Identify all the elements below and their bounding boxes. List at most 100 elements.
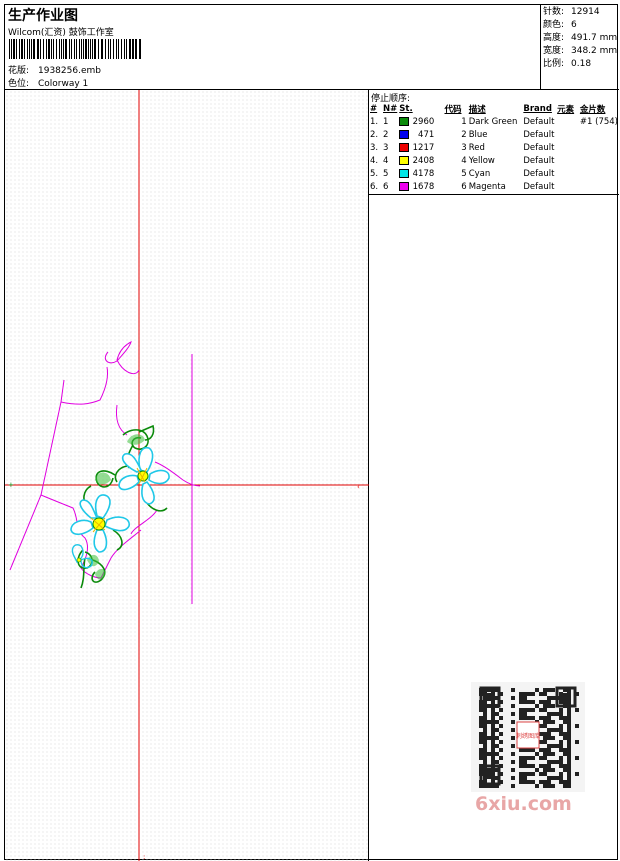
table-cell: Blue — [468, 129, 488, 140]
table-cell: #1 (754) — [579, 116, 618, 127]
flower-bud-center — [76, 557, 82, 563]
spec-value: 491.7 mm — [571, 33, 618, 43]
table-cell: Default — [523, 181, 555, 192]
table-cell: Default — [523, 155, 555, 166]
table-cell: 3. — [370, 142, 379, 153]
table-cell: Default — [523, 168, 555, 179]
table-cell: 4 — [383, 155, 389, 166]
color-swatch — [399, 168, 410, 178]
color-swatch — [399, 142, 410, 152]
spec-value: 0.18 — [571, 59, 592, 69]
col-header: 描述 — [468, 104, 486, 115]
table-row: 5. 5 4178 5 Cyan Default — [369, 167, 619, 180]
table-row: 6. 6 1678 6 Magenta Default — [369, 180, 619, 193]
color-swatch — [399, 155, 410, 165]
header-info: 生产作业图 Wilcom(汇资) 鼓饰工作室 花版: 1938256.emb 色位… — [5, 5, 541, 89]
spec-value: 6 — [571, 20, 577, 30]
design-file-row: 花版: 1938256.emb — [8, 63, 101, 76]
table-cell: Cyan — [468, 168, 491, 179]
stop-sequence-panel: 停止顺序: # N# St. 代码 描述 Brand 元素 金片数 1. 1 296… — [369, 90, 619, 195]
spec-value: 348.2 mm — [571, 46, 618, 56]
stop-sequence-table: # N# St. 代码 描述 Brand 元素 金片数 1. 1 2960 1 Dark… — [369, 102, 619, 193]
table-cell: 4178 — [398, 167, 443, 180]
colorway-value: Colorway 1 — [38, 79, 89, 89]
table-cell: 1. — [370, 116, 379, 127]
colorway-row: 色位: Colorway 1 — [8, 76, 88, 89]
qr-badge-text: 刺绣图库 — [516, 732, 540, 740]
table-cell: 2960 — [398, 115, 443, 128]
table-cell — [579, 167, 619, 180]
spec-scale: 比例: 0.18 — [543, 58, 619, 71]
color-swatch — [399, 129, 410, 139]
table-row: 2. 2 471 2 Blue Default — [369, 128, 619, 141]
table-cell: 5 — [461, 168, 467, 179]
stitch-count: 4178 — [412, 168, 435, 179]
spec-stitches: 针数: 12914 — [543, 6, 619, 19]
table-cell: Yellow — [468, 155, 495, 166]
watermark-brand: 6xiu.com — [475, 793, 572, 815]
table-cell: 6 — [461, 181, 467, 192]
design-file-value: 1938256.emb — [38, 66, 101, 76]
table-cell — [556, 167, 579, 180]
table-cell: 1 — [383, 116, 389, 127]
table-cell: 3 — [461, 142, 467, 153]
table-cell: Default — [523, 116, 555, 127]
table-cell — [556, 180, 579, 193]
table-cell: 2 — [383, 129, 389, 140]
table-cell: 4 — [461, 155, 467, 166]
table-cell: 6. — [370, 181, 379, 192]
col-header: 代码 — [444, 104, 462, 115]
color-swatch — [399, 116, 410, 126]
table-cell — [556, 141, 579, 154]
spec-width: 宽度: 348.2 mm — [543, 45, 619, 58]
col-header: N# — [383, 103, 398, 114]
spec-label: 颜色: — [543, 20, 565, 30]
table-cell: 2. — [370, 129, 379, 140]
table-cell: Default — [523, 129, 555, 140]
table-cell: 2 — [461, 129, 467, 140]
table-cell: 3 — [383, 142, 389, 153]
spec-label: 高度: — [543, 33, 565, 43]
axis-marker-right: ‹ — [357, 483, 360, 491]
table-cell: Default — [523, 142, 555, 153]
table-cell: 6 — [383, 181, 389, 192]
page-title: 生产作业图 — [8, 8, 78, 24]
color-swatch — [399, 181, 410, 191]
table-cell — [579, 128, 619, 141]
table-cell: Magenta — [468, 181, 506, 192]
col-header: Brand — [523, 103, 552, 114]
table-cell: 1678 — [398, 180, 443, 193]
axis-marker-left: + — [8, 481, 14, 489]
table-row: 3. 3 1217 3 Red Default — [369, 141, 619, 154]
table-cell: Red — [468, 142, 485, 153]
col-header: St. — [399, 103, 413, 114]
table-cell: 1 — [461, 116, 467, 127]
stitch-count: 1678 — [412, 181, 435, 192]
table-row: 4. 4 2408 4 Yellow Default — [369, 154, 619, 167]
axis-marker-bottom: : — [143, 853, 145, 861]
colorway-label: 色位: — [8, 79, 30, 89]
spec-label: 宽度: — [543, 46, 565, 56]
qr-code-icon: 刺绣图库 — [471, 682, 585, 792]
spec-value: 12914 — [571, 7, 600, 17]
table-cell: 5 — [383, 168, 389, 179]
spec-colors: 颜色: 6 — [543, 19, 619, 32]
table-cell: 471 — [398, 128, 443, 141]
table-row: 1. 1 2960 1 Dark Green Default #1 (754) — [369, 115, 619, 128]
barcode-icon — [9, 39, 141, 59]
stitch-count: 471 — [418, 129, 435, 140]
stitch-count: 2960 — [412, 116, 435, 127]
design-preview[interactable]: + ‹ : — [5, 90, 369, 861]
design-file-label: 花版: — [8, 66, 30, 76]
production-sheet: 生产作业图 Wilcom(汇资) 鼓饰工作室 花版: 1938256.emb 色位… — [4, 4, 619, 861]
design-canvas: + ‹ : — [5, 90, 369, 861]
table-cell — [579, 141, 619, 154]
spec-label: 针数: — [543, 7, 565, 17]
table-cell: 1217 — [398, 141, 443, 154]
table-cell: Dark Green — [468, 116, 518, 127]
table-cell — [556, 128, 579, 141]
table-cell: 4. — [370, 155, 379, 166]
company-name: Wilcom(汇资) 鼓饰工作室 — [8, 28, 114, 38]
spec-height: 高度: 491.7 mm — [543, 32, 619, 45]
flower-bud — [71, 544, 93, 569]
